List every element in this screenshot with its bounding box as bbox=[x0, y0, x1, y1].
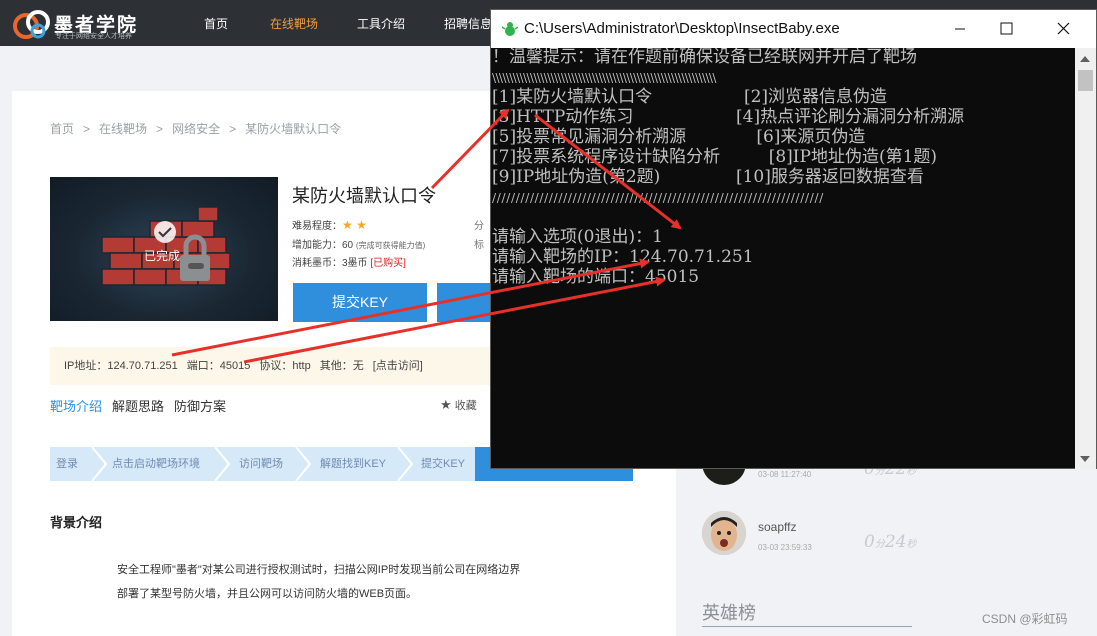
close-button[interactable] bbox=[1040, 10, 1086, 48]
scroll-up-icon[interactable] bbox=[1080, 56, 1090, 62]
collect-button[interactable]: ★ 收藏 bbox=[440, 397, 477, 413]
breadcrumb-home[interactable]: 首页 bbox=[50, 122, 74, 136]
difficulty-stars: ★ ★ bbox=[342, 218, 367, 232]
console-window[interactable]: C:\Users\Administrator\Desktop\InsectBab… bbox=[490, 9, 1097, 469]
rank-time: 0分24秒 bbox=[864, 532, 917, 552]
console-line: [9]IP地址伪造(第2题) [10]服务器返回数据查看 bbox=[492, 167, 924, 187]
nav-jobs[interactable]: 招聘信息 bbox=[444, 15, 492, 32]
console-output[interactable]: ！温馨提示：请在作题前确保设备已经联网并开启了靶场 \\\\\\\\\\\\\\… bbox=[492, 48, 1075, 469]
step-submit-key: 提交KEY bbox=[421, 458, 466, 470]
nav-tools[interactable]: 工具介绍 bbox=[357, 15, 405, 32]
step-separator bbox=[295, 447, 312, 481]
console-line: [5]投票常见漏洞分析溯源 [6]来源页伪造 bbox=[492, 127, 866, 147]
console-scrollbar[interactable] bbox=[1075, 48, 1096, 469]
tab-solution[interactable]: 解题思路 bbox=[112, 396, 164, 415]
console-title: C:\Users\Administrator\Desktop\InsectBab… bbox=[524, 20, 840, 37]
step-separator bbox=[397, 447, 414, 481]
nav-online-range[interactable]: 在线靶场 bbox=[270, 15, 318, 32]
console-titlebar[interactable]: C:\Users\Administrator\Desktop\InsectBab… bbox=[491, 10, 1096, 48]
protocol: 协议：http bbox=[259, 360, 311, 372]
console-line: 请输入靶场的端口：45015 bbox=[492, 267, 700, 287]
breadcrumb-online-range[interactable]: 在线靶场 bbox=[99, 122, 147, 136]
ip-address: IP地址：124.70.71.251 bbox=[64, 360, 178, 372]
start-range-button[interactable] bbox=[437, 283, 497, 322]
console-line: 请输入靶场的IP：124.70.71.251 bbox=[492, 247, 754, 267]
ability-row: 增加能力：60 (完成可获得能力值) bbox=[292, 240, 426, 251]
difficulty-row: 难易程度：★ ★ bbox=[292, 218, 367, 232]
target-title: 某防火墙默认口令 bbox=[292, 186, 436, 206]
site-logo[interactable]: 墨者学院 专注于网络安全人才培养 bbox=[12, 7, 162, 41]
minimize-button[interactable] bbox=[937, 10, 983, 48]
other-info: 其他：无 bbox=[319, 360, 364, 372]
star-icon: ★ bbox=[440, 397, 452, 412]
meta-right-label: 分 bbox=[474, 221, 484, 232]
step-visit-range: 访问靶场 bbox=[239, 458, 283, 470]
nav-home[interactable]: 首页 bbox=[204, 15, 228, 32]
port: 端口：45015 bbox=[186, 360, 251, 372]
divider bbox=[702, 626, 912, 627]
visit-link[interactable]: [点击访问] bbox=[373, 360, 423, 372]
breadcrumb: 首页 > 在线靶场 > 网络安全 > 某防火墙默认口令 bbox=[50, 122, 342, 136]
console-line: ！温馨提示：请在作题前确保设备已经联网并开启了靶场 bbox=[492, 48, 917, 67]
tab-defense[interactable]: 防御方案 bbox=[174, 396, 226, 415]
scroll-down-icon[interactable] bbox=[1080, 456, 1090, 462]
target-cover-image: 已完成 bbox=[50, 177, 278, 321]
maximize-button[interactable] bbox=[983, 10, 1029, 48]
watermark: CSDN @彩虹码 bbox=[982, 612, 1068, 626]
tab-bar: 靶场介绍 解题思路 防御方案 bbox=[50, 396, 236, 415]
rank-date: 03-03 23:59:33 bbox=[758, 543, 812, 552]
console-line: ////////////////////////////////////////… bbox=[492, 191, 825, 205]
ranking-row: soapffz 03-03 23:59:33 0分24秒 bbox=[676, 511, 1097, 581]
breadcrumb-current: 某防火墙默认口令 bbox=[245, 122, 342, 136]
tab-intro[interactable]: 靶场介绍 bbox=[50, 396, 102, 415]
step-login: 登录 bbox=[56, 458, 78, 470]
heroes-title: 英雄榜 bbox=[702, 603, 756, 623]
avatar[interactable] bbox=[702, 511, 746, 555]
cost-row: 消耗墨币：3墨币 [已购买] bbox=[292, 258, 406, 269]
logo-icon bbox=[13, 10, 50, 39]
console-line: 请输入选项(0退出)：1 bbox=[492, 227, 663, 247]
console-line: [1]某防火墙默认口令 [2]浏览器信息伪造 bbox=[492, 87, 888, 107]
breadcrumb-network-security[interactable]: 网络安全 bbox=[172, 122, 220, 136]
background-title: 背景介绍 bbox=[50, 515, 103, 530]
logo-slogan: 专注于网络安全人才培养 bbox=[55, 33, 132, 40]
meta-right-label: 标 bbox=[474, 240, 484, 251]
background-text-line: 部署了某型号防火墙，并且公网可以访问防火墙的WEB页面。 bbox=[117, 588, 418, 600]
step-start-env: 点击启动靶场环境 bbox=[112, 458, 200, 470]
rank-name: soapffz bbox=[758, 520, 797, 534]
console-line: \\\\\\\\\\\\\\\\\\\\\\\\\\\\\\\\\\\\\\\\… bbox=[492, 71, 716, 85]
console-line: [3]HTTP动作练习 [4]热点评论刷分漏洞分析溯源 bbox=[492, 107, 965, 127]
bug-app-icon bbox=[502, 22, 518, 36]
step-find-key: 解题找到KEY bbox=[320, 458, 387, 470]
submit-key-button[interactable]: 提交KEY bbox=[293, 283, 427, 322]
background-text-line: 安全工程师"墨者"对某公司进行授权测试时，扫描公网IP时发现当前公司在网络边界 bbox=[117, 564, 521, 576]
rank-date: 03-08 11:27:40 bbox=[758, 470, 812, 479]
completed-label: 已完成 bbox=[144, 249, 181, 263]
console-line: [7]投票系统程序设计缺陷分析 [8]IP地址伪造(第1题) bbox=[492, 147, 938, 167]
step-separator bbox=[214, 447, 231, 481]
scroll-thumb[interactable] bbox=[1078, 70, 1093, 91]
step-separator bbox=[91, 447, 108, 481]
